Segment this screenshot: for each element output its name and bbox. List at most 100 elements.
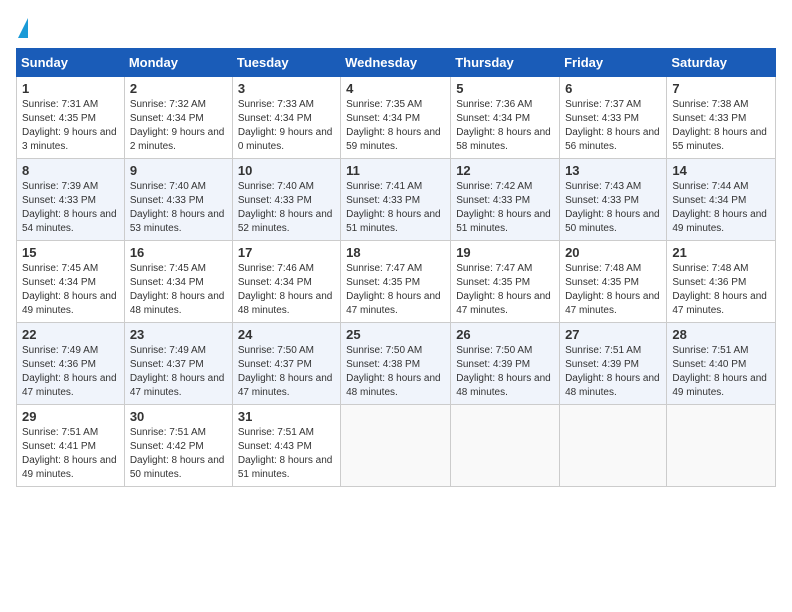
- calendar-cell: 27 Sunrise: 7:51 AMSunset: 4:39 PMDaylig…: [560, 323, 667, 405]
- calendar-cell: [341, 405, 451, 487]
- day-info: Sunrise: 7:48 AMSunset: 4:35 PMDaylight:…: [565, 263, 660, 316]
- day-info: Sunrise: 7:43 AMSunset: 4:33 PMDaylight:…: [565, 181, 660, 234]
- calendar-cell: 2 Sunrise: 7:32 AMSunset: 4:34 PMDayligh…: [124, 77, 232, 159]
- day-info: Sunrise: 7:39 AMSunset: 4:33 PMDaylight:…: [22, 181, 117, 234]
- day-info: Sunrise: 7:50 AMSunset: 4:39 PMDaylight:…: [456, 345, 551, 398]
- day-info: Sunrise: 7:49 AMSunset: 4:37 PMDaylight:…: [130, 345, 225, 398]
- calendar-cell: 10 Sunrise: 7:40 AMSunset: 4:33 PMDaylig…: [232, 159, 340, 241]
- calendar-cell: 30 Sunrise: 7:51 AMSunset: 4:42 PMDaylig…: [124, 405, 232, 487]
- day-info: Sunrise: 7:47 AMSunset: 4:35 PMDaylight:…: [456, 263, 551, 316]
- day-number: 23: [130, 327, 227, 342]
- day-number: 27: [565, 327, 661, 342]
- day-number: 7: [672, 81, 770, 96]
- calendar-cell: 22 Sunrise: 7:49 AMSunset: 4:36 PMDaylig…: [17, 323, 125, 405]
- calendar-cell: 13 Sunrise: 7:43 AMSunset: 4:33 PMDaylig…: [560, 159, 667, 241]
- calendar-cell: 26 Sunrise: 7:50 AMSunset: 4:39 PMDaylig…: [451, 323, 560, 405]
- day-number: 3: [238, 81, 335, 96]
- calendar-header-tuesday: Tuesday: [232, 49, 340, 77]
- day-info: Sunrise: 7:31 AMSunset: 4:35 PMDaylight:…: [22, 99, 117, 152]
- day-info: Sunrise: 7:40 AMSunset: 4:33 PMDaylight:…: [238, 181, 333, 234]
- calendar-cell: 16 Sunrise: 7:45 AMSunset: 4:34 PMDaylig…: [124, 241, 232, 323]
- day-info: Sunrise: 7:51 AMSunset: 4:43 PMDaylight:…: [238, 427, 333, 480]
- calendar-table: SundayMondayTuesdayWednesdayThursdayFrid…: [16, 48, 776, 487]
- day-info: Sunrise: 7:50 AMSunset: 4:37 PMDaylight:…: [238, 345, 333, 398]
- calendar-cell: 12 Sunrise: 7:42 AMSunset: 4:33 PMDaylig…: [451, 159, 560, 241]
- calendar-cell: 25 Sunrise: 7:50 AMSunset: 4:38 PMDaylig…: [341, 323, 451, 405]
- calendar-cell: 1 Sunrise: 7:31 AMSunset: 4:35 PMDayligh…: [17, 77, 125, 159]
- day-number: 20: [565, 245, 661, 260]
- day-number: 25: [346, 327, 445, 342]
- day-info: Sunrise: 7:50 AMSunset: 4:38 PMDaylight:…: [346, 345, 441, 398]
- calendar-cell: 6 Sunrise: 7:37 AMSunset: 4:33 PMDayligh…: [560, 77, 667, 159]
- calendar-cell: 11 Sunrise: 7:41 AMSunset: 4:33 PMDaylig…: [341, 159, 451, 241]
- day-number: 9: [130, 163, 227, 178]
- calendar-cell: 29 Sunrise: 7:51 AMSunset: 4:41 PMDaylig…: [17, 405, 125, 487]
- day-number: 4: [346, 81, 445, 96]
- day-number: 12: [456, 163, 554, 178]
- calendar-header-thursday: Thursday: [451, 49, 560, 77]
- calendar-cell: 8 Sunrise: 7:39 AMSunset: 4:33 PMDayligh…: [17, 159, 125, 241]
- day-info: Sunrise: 7:36 AMSunset: 4:34 PMDaylight:…: [456, 99, 551, 152]
- day-info: Sunrise: 7:47 AMSunset: 4:35 PMDaylight:…: [346, 263, 441, 316]
- day-info: Sunrise: 7:35 AMSunset: 4:34 PMDaylight:…: [346, 99, 441, 152]
- calendar-cell: 5 Sunrise: 7:36 AMSunset: 4:34 PMDayligh…: [451, 77, 560, 159]
- calendar-cell: 19 Sunrise: 7:47 AMSunset: 4:35 PMDaylig…: [451, 241, 560, 323]
- calendar-cell: 23 Sunrise: 7:49 AMSunset: 4:37 PMDaylig…: [124, 323, 232, 405]
- calendar-header-sunday: Sunday: [17, 49, 125, 77]
- day-info: Sunrise: 7:45 AMSunset: 4:34 PMDaylight:…: [22, 263, 117, 316]
- day-number: 8: [22, 163, 119, 178]
- day-info: Sunrise: 7:51 AMSunset: 4:42 PMDaylight:…: [130, 427, 225, 480]
- calendar-week-row: 8 Sunrise: 7:39 AMSunset: 4:33 PMDayligh…: [17, 159, 776, 241]
- day-info: Sunrise: 7:49 AMSunset: 4:36 PMDaylight:…: [22, 345, 117, 398]
- day-info: Sunrise: 7:46 AMSunset: 4:34 PMDaylight:…: [238, 263, 333, 316]
- calendar-cell: 28 Sunrise: 7:51 AMSunset: 4:40 PMDaylig…: [667, 323, 776, 405]
- day-number: 1: [22, 81, 119, 96]
- calendar-cell: 18 Sunrise: 7:47 AMSunset: 4:35 PMDaylig…: [341, 241, 451, 323]
- day-info: Sunrise: 7:45 AMSunset: 4:34 PMDaylight:…: [130, 263, 225, 316]
- calendar-cell: 21 Sunrise: 7:48 AMSunset: 4:36 PMDaylig…: [667, 241, 776, 323]
- calendar-header-friday: Friday: [560, 49, 667, 77]
- day-number: 2: [130, 81, 227, 96]
- calendar-week-row: 22 Sunrise: 7:49 AMSunset: 4:36 PMDaylig…: [17, 323, 776, 405]
- day-number: 10: [238, 163, 335, 178]
- day-number: 5: [456, 81, 554, 96]
- day-number: 26: [456, 327, 554, 342]
- calendar-cell: 3 Sunrise: 7:33 AMSunset: 4:34 PMDayligh…: [232, 77, 340, 159]
- day-info: Sunrise: 7:51 AMSunset: 4:39 PMDaylight:…: [565, 345, 660, 398]
- day-info: Sunrise: 7:37 AMSunset: 4:33 PMDaylight:…: [565, 99, 660, 152]
- day-number: 14: [672, 163, 770, 178]
- logo-icon: [18, 18, 28, 38]
- day-info: Sunrise: 7:48 AMSunset: 4:36 PMDaylight:…: [672, 263, 767, 316]
- calendar-cell: 4 Sunrise: 7:35 AMSunset: 4:34 PMDayligh…: [341, 77, 451, 159]
- day-number: 18: [346, 245, 445, 260]
- calendar-header-monday: Monday: [124, 49, 232, 77]
- day-number: 15: [22, 245, 119, 260]
- day-info: Sunrise: 7:38 AMSunset: 4:33 PMDaylight:…: [672, 99, 767, 152]
- calendar-week-row: 29 Sunrise: 7:51 AMSunset: 4:41 PMDaylig…: [17, 405, 776, 487]
- day-info: Sunrise: 7:40 AMSunset: 4:33 PMDaylight:…: [130, 181, 225, 234]
- calendar-cell: 17 Sunrise: 7:46 AMSunset: 4:34 PMDaylig…: [232, 241, 340, 323]
- calendar-header-wednesday: Wednesday: [341, 49, 451, 77]
- calendar-cell: 14 Sunrise: 7:44 AMSunset: 4:34 PMDaylig…: [667, 159, 776, 241]
- day-number: 29: [22, 409, 119, 424]
- day-number: 13: [565, 163, 661, 178]
- day-number: 17: [238, 245, 335, 260]
- calendar-cell: 20 Sunrise: 7:48 AMSunset: 4:35 PMDaylig…: [560, 241, 667, 323]
- day-number: 31: [238, 409, 335, 424]
- calendar-week-row: 1 Sunrise: 7:31 AMSunset: 4:35 PMDayligh…: [17, 77, 776, 159]
- day-info: Sunrise: 7:51 AMSunset: 4:40 PMDaylight:…: [672, 345, 767, 398]
- calendar-cell: 15 Sunrise: 7:45 AMSunset: 4:34 PMDaylig…: [17, 241, 125, 323]
- calendar-cell: [560, 405, 667, 487]
- day-number: 24: [238, 327, 335, 342]
- calendar-cell: 7 Sunrise: 7:38 AMSunset: 4:33 PMDayligh…: [667, 77, 776, 159]
- calendar-cell: 31 Sunrise: 7:51 AMSunset: 4:43 PMDaylig…: [232, 405, 340, 487]
- calendar-header-row: SundayMondayTuesdayWednesdayThursdayFrid…: [17, 49, 776, 77]
- calendar-week-row: 15 Sunrise: 7:45 AMSunset: 4:34 PMDaylig…: [17, 241, 776, 323]
- day-number: 28: [672, 327, 770, 342]
- day-number: 22: [22, 327, 119, 342]
- day-info: Sunrise: 7:41 AMSunset: 4:33 PMDaylight:…: [346, 181, 441, 234]
- day-number: 30: [130, 409, 227, 424]
- page-header: [16, 16, 776, 38]
- calendar-cell: [667, 405, 776, 487]
- day-number: 16: [130, 245, 227, 260]
